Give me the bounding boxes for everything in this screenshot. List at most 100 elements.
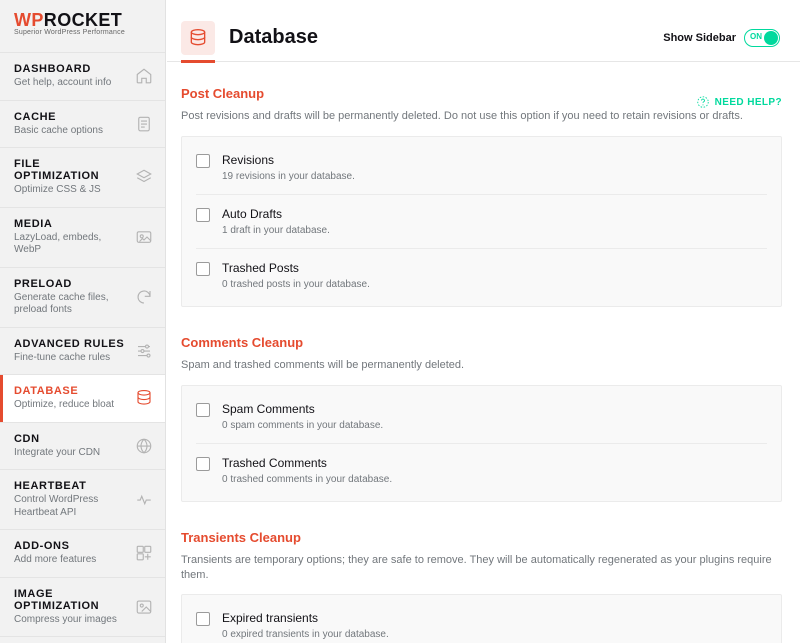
database-page-icon (181, 21, 215, 55)
option-title: Spam Comments (222, 402, 383, 416)
sidebar: WPROCKET Superior WordPress Performance … (0, 0, 166, 643)
option-title: Trashed Comments (222, 456, 392, 470)
doc-icon (135, 115, 153, 133)
checkbox-trashed-posts[interactable] (196, 262, 210, 276)
sidebar-item-label: ADD-ONS (14, 540, 125, 552)
addons-icon (135, 544, 153, 562)
brand-wp: WP (14, 10, 44, 30)
sidebar-item-sub: Get help, account info (14, 77, 125, 90)
sidebar-item-label: CACHE (14, 111, 125, 123)
sidebar-item-sub: Basic cache options (14, 125, 125, 138)
active-tab-indicator (181, 60, 215, 63)
section-desc: Spam and trashed comments will be perman… (181, 358, 782, 373)
page-title: Database (229, 26, 649, 49)
sidebar-item-advanced-rules[interactable]: ADVANCED RULES Fine-tune cache rules (0, 327, 165, 375)
sidebar-item-image-optimization[interactable]: IMAGE OPTIMIZATION Compress your images (0, 577, 165, 638)
option-box: Expired transients 0 expired transients i… (181, 594, 782, 643)
sidebar-item-label: HEARTBEAT (14, 480, 125, 492)
option-row: Auto Drafts 1 draft in your database. (196, 195, 767, 249)
option-box: Spam Comments 0 spam comments in your dat… (181, 385, 782, 502)
sidebar-item-label: ADVANCED RULES (14, 338, 125, 350)
page-header: Database Show Sidebar ON (167, 0, 800, 62)
content: Post Cleanup NEED HELP?Post revisions and… (167, 62, 800, 643)
sidebar-item-file-optimization[interactable]: FILE OPTIMIZATION Optimize CSS & JS (0, 147, 165, 207)
sidebar-item-sub: Fine-tune cache rules (14, 352, 125, 365)
section-desc: Transients are temporary options; they a… (181, 553, 782, 583)
checkbox-spam-comments[interactable] (196, 403, 210, 417)
section-title: Post Cleanup (181, 86, 264, 101)
show-sidebar-toggle[interactable]: ON (744, 29, 780, 47)
sidebar-item-media[interactable]: MEDIA LazyLoad, embeds, WebP (0, 207, 165, 267)
toggle-on-text: ON (750, 32, 762, 41)
image-icon (135, 598, 153, 616)
section-title: Transients Cleanup (181, 530, 301, 545)
option-sub: 1 draft in your database. (222, 225, 330, 236)
option-sub: 0 expired transients in your database. (222, 629, 389, 640)
sidebar-item-dashboard[interactable]: DASHBOARD Get help, account info (0, 52, 165, 100)
main: Database Show Sidebar ON Post Cleanup NEE… (167, 0, 800, 643)
sidebar-nav: DASHBOARD Get help, account info CACHE Basi… (0, 52, 165, 643)
media-icon (135, 228, 153, 246)
sidebar-item-sub: Integrate your CDN (14, 447, 125, 460)
need-help-label: NEED HELP? (715, 97, 782, 108)
sidebar-item-label: IMAGE OPTIMIZATION (14, 588, 125, 612)
section-title: Comments Cleanup (181, 335, 303, 350)
sidebar-item-sub: LazyLoad, embeds, WebP (14, 232, 125, 257)
section-transients-cleanup: Transients Cleanup Transients are tempora… (181, 530, 782, 643)
option-title: Auto Drafts (222, 207, 330, 221)
section-post-cleanup: Post Cleanup NEED HELP?Post revisions and… (181, 86, 782, 307)
sidebar-item-add-ons[interactable]: ADD-ONS Add more features (0, 529, 165, 577)
option-row: Expired transients 0 expired transients i… (196, 599, 767, 643)
option-row: Trashed Comments 0 trashed comments in yo… (196, 444, 767, 497)
sidebar-item-label: FILE OPTIMIZATION (14, 158, 125, 182)
sidebar-item-sub: Control WordPress Heartbeat API (14, 494, 125, 519)
help-icon (696, 95, 710, 109)
checkbox-expired-transients[interactable] (196, 612, 210, 626)
checkbox-revisions[interactable] (196, 154, 210, 168)
option-title: Expired transients (222, 611, 389, 625)
option-sub: 0 trashed posts in your database. (222, 279, 370, 290)
sidebar-item-sub: Compress your images (14, 614, 125, 627)
sliders-icon (135, 342, 153, 360)
sidebar-item-heartbeat[interactable]: HEARTBEAT Control WordPress Heartbeat API (0, 469, 165, 529)
section-desc: Post revisions and drafts will be perman… (181, 109, 782, 124)
database-icon (135, 389, 153, 407)
option-row: Revisions 19 revisions in your database. (196, 141, 767, 195)
globe-icon (135, 437, 153, 455)
sidebar-item-sub: Generate cache files, preload fonts (14, 292, 125, 317)
option-box: Revisions 19 revisions in your database. A… (181, 136, 782, 307)
brand-rocket: ROCKET (44, 10, 122, 30)
brand-tagline: Superior WordPress Performance (14, 29, 151, 36)
checkbox-auto-drafts[interactable] (196, 208, 210, 222)
heartbeat-icon (135, 491, 153, 509)
need-help-link[interactable]: NEED HELP? (696, 95, 782, 109)
sidebar-item-label: PRELOAD (14, 278, 125, 290)
checkbox-trashed-comments[interactable] (196, 457, 210, 471)
option-title: Revisions (222, 153, 355, 167)
sidebar-item-database[interactable]: DATABASE Optimize, reduce bloat (0, 374, 165, 422)
sidebar-item-cache[interactable]: CACHE Basic cache options (0, 100, 165, 148)
sidebar-item-cdn[interactable]: CDN Integrate your CDN (0, 422, 165, 470)
show-sidebar-label: Show Sidebar (663, 32, 736, 44)
home-icon (135, 67, 153, 85)
sidebar-item-label: DATABASE (14, 385, 125, 397)
sidebar-item-label: DASHBOARD (14, 63, 125, 75)
logo: WPROCKET Superior WordPress Performance (0, 0, 165, 52)
section-comments-cleanup: Comments Cleanup Spam and trashed comment… (181, 335, 782, 502)
option-row: Trashed Posts 0 trashed posts in your dat… (196, 249, 767, 302)
layers-icon (135, 168, 153, 186)
sidebar-item-sub: Optimize CSS & JS (14, 184, 125, 197)
sidebar-item-sub: Optimize, reduce bloat (14, 399, 125, 412)
sidebar-item-label: MEDIA (14, 218, 125, 230)
option-title: Trashed Posts (222, 261, 370, 275)
refresh-icon (135, 288, 153, 306)
sidebar-item-sub: Add more features (14, 554, 125, 567)
toggle-dot-icon (764, 31, 778, 45)
option-row: Spam Comments 0 spam comments in your dat… (196, 390, 767, 444)
option-sub: 0 trashed comments in your database. (222, 474, 392, 485)
option-sub: 19 revisions in your database. (222, 171, 355, 182)
option-sub: 0 spam comments in your database. (222, 420, 383, 431)
show-sidebar-control: Show Sidebar ON (663, 29, 780, 47)
sidebar-item-label: CDN (14, 433, 125, 445)
sidebar-item-preload[interactable]: PRELOAD Generate cache files, preload fon… (0, 267, 165, 327)
